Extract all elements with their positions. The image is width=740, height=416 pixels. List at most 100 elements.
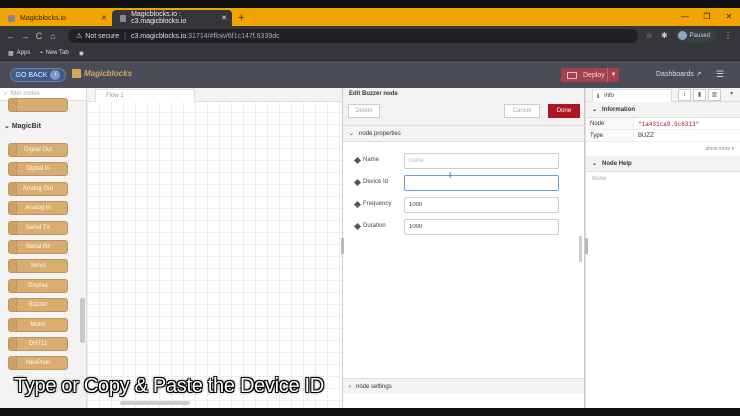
label-text: Device Id — [363, 179, 389, 185]
palette-node[interactable]: Buzzer — [8, 298, 68, 313]
chevron-down-icon[interactable]: ▼ — [607, 68, 619, 82]
node-port-icon — [9, 299, 17, 312]
tag-icon — [353, 178, 362, 186]
show-more-label: show more — [705, 146, 731, 152]
device-id-input[interactable] — [404, 175, 559, 191]
show-more-link[interactable]: show more ▾ — [586, 142, 740, 156]
tray-resize-handle[interactable] — [341, 238, 344, 254]
menu-icon[interactable]: ⋮ — [724, 31, 732, 40]
tray-toolbar: Delete Cancel Done — [343, 100, 584, 126]
address-bar[interactable]: ⚠ Not secure | c3.magicblocks.io :31714/… — [68, 29, 638, 43]
tab-title: Magicblocks.io : c3.magicblocks.io — [131, 11, 187, 25]
avatar — [677, 31, 687, 40]
cancel-button[interactable]: Cancel — [504, 104, 540, 118]
search-icon: ⌕ — [4, 90, 8, 97]
browser-tab-magicblocks[interactable]: Magicblocks.io ✕ — [0, 10, 112, 26]
trash-icon[interactable]: ▮ — [693, 89, 706, 101]
star-icon[interactable]: ☆ — [646, 31, 653, 40]
information-header[interactable]: ⌄ Information — [586, 102, 740, 118]
node-port-icon — [9, 241, 17, 253]
delete-button[interactable]: Delete — [348, 104, 380, 118]
close-window-button[interactable]: ✕ — [718, 8, 740, 26]
hamburger-menu-icon[interactable]: ☰ — [716, 69, 724, 80]
palette-category[interactable]: ⌄ MagicBit — [4, 122, 41, 130]
palette-node[interactable]: Analog In — [8, 201, 68, 216]
duration-input[interactable] — [404, 219, 559, 235]
new-tab-button[interactable]: + — [238, 10, 244, 26]
home-icon[interactable]: ⌂ — [46, 31, 60, 41]
label-text: Frequency — [363, 201, 392, 207]
node-settings-header[interactable]: › node settings — [343, 378, 584, 394]
palette-node-label: Serial Rx — [25, 244, 51, 250]
name-input[interactable] — [404, 153, 559, 169]
close-tab-icon[interactable]: ✕ — [101, 14, 107, 22]
arrow-icon: ‹ — [50, 70, 61, 80]
label-text: Duration — [363, 223, 386, 229]
palette-node-label: Digital Out — [23, 147, 52, 153]
palette-node-partial[interactable] — [8, 98, 68, 112]
category-label: MagicBit — [11, 123, 41, 130]
reload-icon[interactable]: C — [32, 31, 46, 41]
palette-node[interactable]: Servo — [8, 259, 68, 274]
bookmark-label: Apps — [16, 50, 31, 56]
globe-icon[interactable]: ◉ — [79, 50, 84, 57]
palette-node-label: Display — [28, 282, 48, 289]
frequency-input[interactable] — [404, 197, 559, 213]
section-label: Information — [602, 106, 636, 113]
palette-node-label: Digital In — [26, 166, 50, 173]
frequency-label: Frequency — [353, 200, 392, 208]
tag-icon — [353, 156, 362, 164]
palette-node[interactable]: NeoPixel — [8, 356, 68, 371]
tag-icon — [353, 200, 362, 208]
close-tab-icon[interactable]: ✕ — [221, 14, 227, 22]
bookmark-new-tab[interactable]: ▪ New Tab — [40, 50, 68, 56]
tray-scrollbar[interactable] — [579, 236, 582, 262]
extensions-icon[interactable]: ✱ — [661, 31, 668, 40]
name-row: Name — [353, 153, 571, 169]
duration-label: Duration — [353, 222, 386, 230]
edit-tray: Edit Buzzer node Delete Cancel Done ⌄ no… — [342, 88, 585, 408]
sidebar-resize-handle[interactable] — [585, 238, 588, 254]
workspace-scrollbar[interactable] — [120, 401, 190, 405]
forward-icon[interactable]: → — [18, 31, 32, 41]
profile-button[interactable]: Paused — [675, 29, 716, 42]
logo-text: Magicblocks — [84, 69, 133, 78]
back-icon[interactable]: ← — [4, 31, 18, 41]
node-help-header[interactable]: ⌄ Node Help — [586, 156, 740, 172]
deploy-button[interactable]: Deploy ▼ — [561, 68, 619, 82]
done-button[interactable]: Done — [548, 104, 580, 118]
device-id-row: Device Id — [353, 175, 571, 191]
flow-workspace[interactable]: Flow 1 — [87, 88, 342, 408]
toolbar-right: ☆ ✱ Paused ⋮ — [646, 29, 732, 42]
deploy-label: Deploy — [583, 71, 605, 79]
tab-info[interactable]: ℹ info — [592, 89, 672, 102]
palette-node[interactable]: Analog Out — [8, 181, 68, 196]
palette-scrollbar[interactable] — [80, 298, 85, 343]
chevron-down-icon[interactable]: ▾ — [725, 89, 738, 101]
palette-node[interactable]: Digital Out — [8, 143, 68, 157]
maximize-button[interactable]: ❐ — [696, 8, 718, 26]
browser-tab-c3[interactable]: Magicblocks.io : c3.magicblocks.io ✕ — [112, 10, 232, 26]
node-palette: ⌕ filter nodes ⌄ MagicBit Digital Out Dig… — [0, 88, 87, 408]
go-back-button[interactable]: GO BACK ‹ — [10, 68, 66, 82]
node-properties-header[interactable]: ⌄ node properties — [343, 126, 584, 142]
dashboards-link[interactable]: Dashboards ↗ — [656, 70, 702, 78]
tab-flow-1[interactable]: Flow 1 — [95, 89, 195, 102]
bookmark-label: New Tab — [45, 50, 69, 56]
chart-icon[interactable]: ▥ — [708, 89, 721, 101]
palette-node[interactable]: Serial TX — [8, 220, 68, 235]
palette-node[interactable]: Digital In — [8, 162, 68, 177]
info-value: "1a431ca9.9c6313" — [638, 121, 700, 128]
node-port-icon — [9, 338, 17, 350]
palette-node[interactable]: DHT11 — [8, 337, 68, 351]
palette-node[interactable]: Display — [8, 278, 68, 293]
palette-node-label: Serial TX — [25, 224, 51, 231]
info-icon[interactable]: i — [678, 89, 691, 101]
palette-node[interactable]: Motor — [8, 317, 68, 332]
minimize-button[interactable]: — — [674, 8, 696, 26]
page: Magicblocks.io ✕ Magicblocks.io : c3.mag… — [0, 8, 740, 408]
tag-icon — [353, 222, 362, 230]
tab-label: info — [604, 93, 614, 99]
palette-node[interactable]: Serial Rx — [8, 240, 68, 254]
bookmark-apps[interactable]: ▦ Apps — [8, 50, 30, 57]
